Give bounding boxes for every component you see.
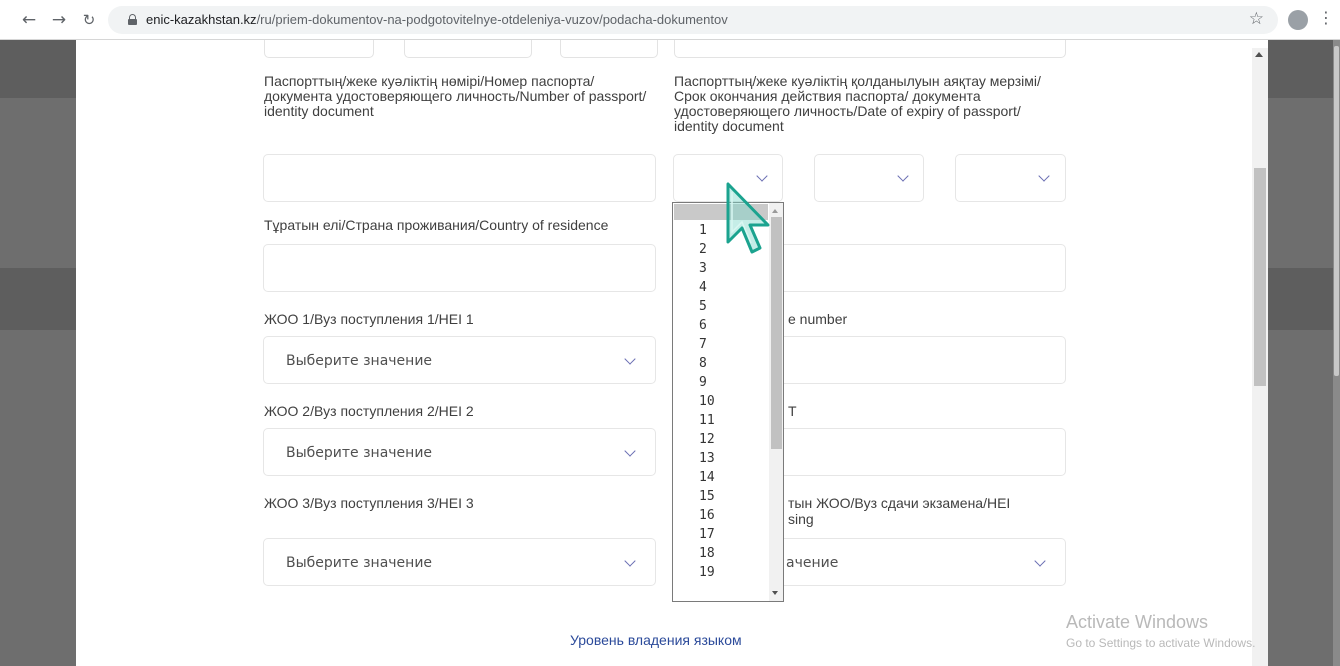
forward-arrow-icon[interactable]: → xyxy=(48,9,70,31)
select-placeholder: Выберите значение xyxy=(286,555,433,571)
dropdown-option[interactable]: 19 xyxy=(699,566,715,579)
dropdown-option[interactable]: 6 xyxy=(699,319,707,332)
select-placeholder: ачение xyxy=(786,555,839,571)
dropdown-option[interactable]: 14 xyxy=(699,471,715,484)
page-scrollbar-thumb[interactable] xyxy=(1334,46,1339,376)
dropdown-option[interactable]: 17 xyxy=(699,528,715,541)
day-dropdown-list[interactable]: 1 2 3 4 5 6 7 8 9 10 11 12 13 14 15 16 1… xyxy=(672,202,784,602)
back-arrow-icon[interactable]: ← xyxy=(18,9,40,31)
passport-number-label: Паспорттың/жеке куәліктің нөмірі/Номер п… xyxy=(264,73,647,119)
address-bar[interactable]: enic-kazakhstan.kz/ru/priem-dokumentov-n… xyxy=(108,6,1278,34)
date-field-stub[interactable] xyxy=(404,40,532,58)
dropdown-option[interactable]: 3 xyxy=(699,262,707,275)
date-field-stub[interactable] xyxy=(264,40,374,58)
dropdown-option[interactable]: 5 xyxy=(699,300,707,313)
hei1-select[interactable]: Выберите значение xyxy=(263,336,656,384)
scroll-down-arrow-icon[interactable] xyxy=(772,591,778,595)
chevron-down-icon xyxy=(624,353,636,365)
dropdown-option[interactable]: 12 xyxy=(699,433,715,446)
hei1-label: ЖОО 1/Вуз поступления 1/HEI 1 xyxy=(264,311,474,327)
dropdown-option[interactable]: 15 xyxy=(699,490,715,503)
dropdown-option[interactable]: 10 xyxy=(699,395,715,408)
url-host: enic-kazakhstan.kz xyxy=(146,12,257,27)
dropdown-option[interactable]: 18 xyxy=(699,547,715,560)
url-text[interactable]: enic-kazakhstan.kz/ru/priem-dokumentov-n… xyxy=(146,12,728,27)
passport-number-input[interactable] xyxy=(263,154,656,202)
profile-avatar[interactable] xyxy=(1288,10,1308,30)
dropdown-option[interactable]: 9 xyxy=(699,376,707,389)
watermark-title: Activate Windows xyxy=(1066,612,1209,632)
exam-hei-label-line1: тын ЖОО/Вуз сдачи экзамена/HEI xyxy=(788,495,1011,511)
reload-icon[interactable]: ↻ xyxy=(78,9,100,31)
dropdown-option[interactable]: 7 xyxy=(699,338,707,351)
hei3-label: ЖОО 3/Вуз поступления 3/HEI 3 xyxy=(264,495,474,511)
country-input[interactable] xyxy=(263,244,656,292)
dropdown-option[interactable]: 2 xyxy=(699,243,707,256)
text-field-stub[interactable] xyxy=(674,40,1066,58)
select-placeholder: Выберите значение xyxy=(286,445,433,461)
dropdown-option[interactable]: 11 xyxy=(699,414,715,427)
kebab-icon[interactable]: ⋮ xyxy=(1318,8,1334,27)
chevron-down-icon xyxy=(1034,555,1046,567)
hei3-select[interactable]: Выберите значение xyxy=(263,538,656,586)
hei2-select[interactable]: Выберите значение xyxy=(263,428,656,476)
dropdown-option[interactable]: 8 xyxy=(699,357,707,370)
expiry-month-select[interactable] xyxy=(814,154,924,202)
expiry-year-select[interactable] xyxy=(955,154,1066,202)
dropdown-option[interactable]: 4 xyxy=(699,281,707,294)
hei2-label: ЖОО 2/Вуз поступления 2/HEI 2 xyxy=(264,403,474,419)
chevron-down-icon xyxy=(624,445,636,457)
language-section-title: Уровень владения языком xyxy=(570,632,742,648)
chevron-down-icon xyxy=(1038,170,1050,182)
windows-activation-watermark: Activate Windows Go to Settings to activ… xyxy=(1066,612,1255,650)
url-path: /ru/priem-dokumentov-na-podgotovitelnye-… xyxy=(256,12,728,27)
phone-label: e number xyxy=(788,311,848,327)
dropdown-option[interactable]: 13 xyxy=(699,452,715,465)
scroll-up-arrow-icon[interactable] xyxy=(1255,52,1263,57)
mouse-cursor-icon xyxy=(726,182,770,254)
browser-toolbar: ← → ↻ enic-kazakhstan.kz/ru/priem-dokume… xyxy=(0,0,1340,40)
dropdown-option[interactable]: 16 xyxy=(699,509,715,522)
exam-hei-label-line2: sing xyxy=(788,511,814,527)
select-placeholder: Выберите значение xyxy=(286,353,433,369)
modal-scrollbar-thumb[interactable] xyxy=(1254,168,1266,386)
country-label: Тұратын елі/Страна проживания/Country of… xyxy=(264,217,609,233)
passport-expiry-label: Паспорттың/жеке куәліктің қолданылуын ая… xyxy=(674,73,1041,134)
star-icon[interactable]: ☆ xyxy=(1249,9,1264,29)
watermark-subtitle: Go to Settings to activate Windows. xyxy=(1066,636,1256,650)
chevron-down-icon xyxy=(897,170,909,182)
date-field-stub[interactable] xyxy=(560,40,658,58)
lock-icon xyxy=(128,14,137,25)
dropdown-option[interactable]: 1 xyxy=(699,224,707,237)
chevron-down-icon xyxy=(624,555,636,567)
right-label-row4: T xyxy=(788,403,797,419)
